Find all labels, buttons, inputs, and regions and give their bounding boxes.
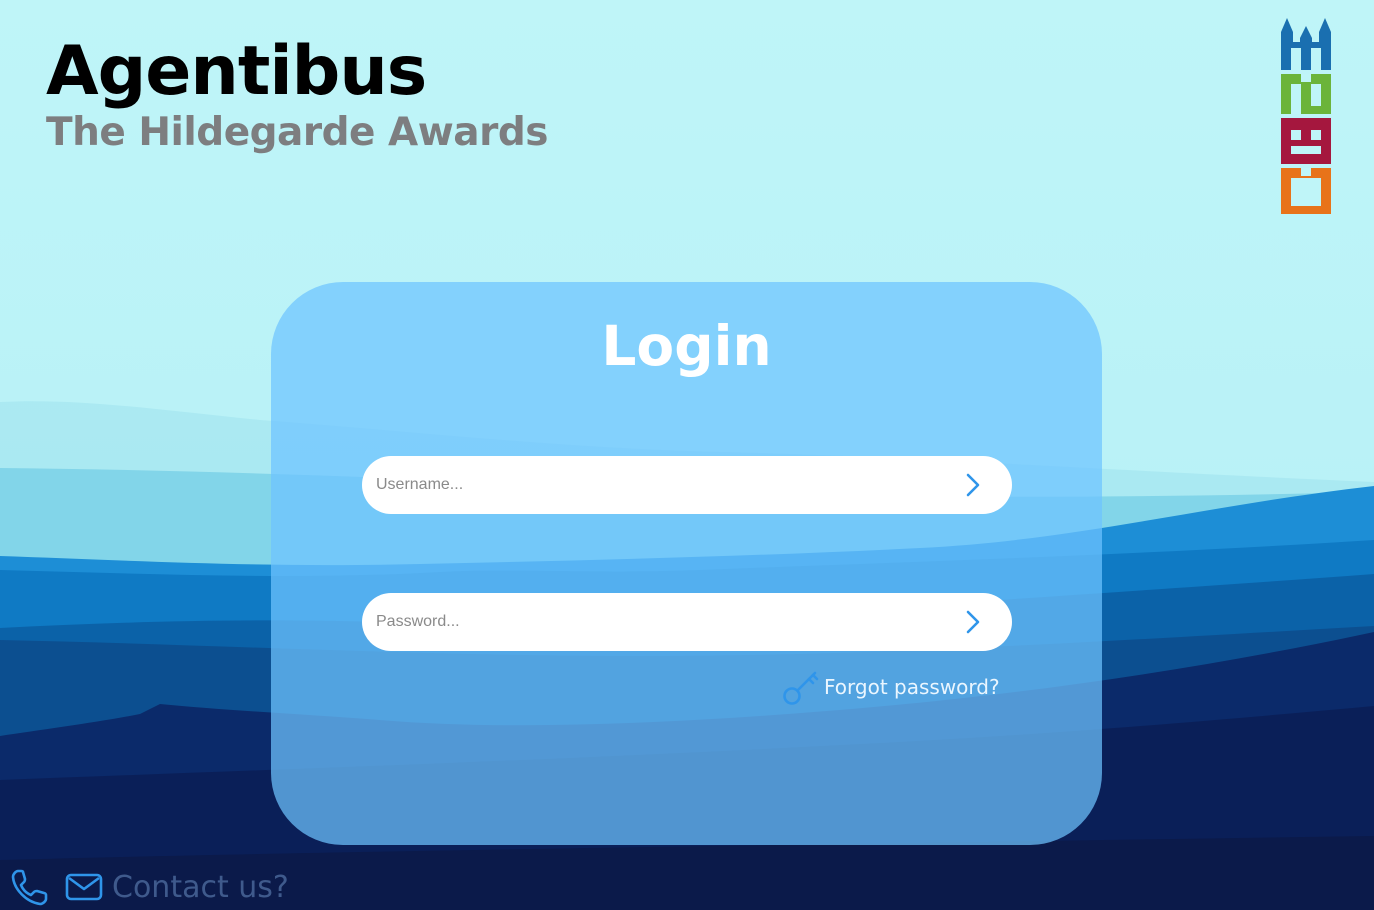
- app-title: Agentibus: [46, 32, 427, 111]
- contact-link[interactable]: Contact us?: [112, 870, 289, 905]
- tower-stack-logo: [1281, 18, 1331, 214]
- username-input[interactable]: [376, 456, 936, 514]
- mail-icon[interactable]: [64, 867, 104, 907]
- chevron-right-icon[interactable]: [958, 607, 988, 637]
- phone-icon[interactable]: [10, 867, 50, 907]
- forgot-password-link[interactable]: Forgot password?: [782, 667, 1000, 707]
- forgot-password-label[interactable]: Forgot password?: [824, 675, 1000, 699]
- contact-bar: Contact us?: [10, 866, 289, 908]
- username-field[interactable]: [362, 456, 1012, 514]
- password-field[interactable]: [362, 593, 1012, 651]
- brand-header: Agentibus The Hildegarde Awards: [46, 32, 548, 158]
- app-subtitle: The Hildegarde Awards: [46, 110, 548, 155]
- login-card: Login Forgot password?: [271, 282, 1102, 845]
- password-input[interactable]: [376, 593, 936, 651]
- login-title: Login: [601, 314, 772, 378]
- chevron-right-icon[interactable]: [958, 470, 988, 500]
- key-icon: [783, 671, 819, 705]
